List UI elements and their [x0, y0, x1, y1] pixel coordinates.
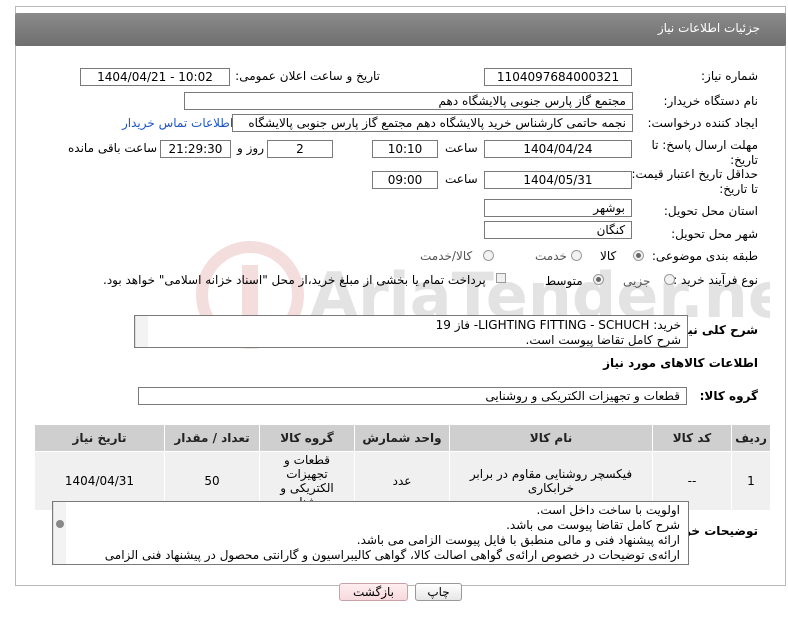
deadline-date-field: 1404/04/24: [484, 140, 632, 158]
province-field: بوشهر: [484, 199, 632, 217]
col-code: کد کالا: [652, 424, 732, 452]
buyer-notes-box[interactable]: اولویت با ساخت داخل است. شرح کامل تقاضا …: [52, 501, 689, 565]
process-option-medium: متوسط: [545, 274, 583, 288]
category-radio-goods[interactable]: [633, 250, 644, 261]
days-label: روز و: [237, 141, 264, 155]
days-field: 2: [267, 140, 333, 158]
category-option-goods-service: کالا/خدمت: [420, 249, 473, 263]
need-number-label: شماره نیاز:: [701, 69, 758, 83]
treasury-checkbox[interactable]: [496, 273, 506, 283]
city-label: شهر محل تحویل:: [671, 227, 758, 241]
col-row: ردیف: [731, 424, 771, 452]
col-group: گروه کالا: [259, 424, 355, 452]
category-radio-goods-service[interactable]: [483, 250, 494, 261]
remaining-time-field: 21:29:30: [160, 140, 231, 158]
col-name: نام کالا: [449, 424, 653, 452]
buyer-org-label: نام دستگاه خریدار:: [663, 94, 759, 108]
category-radio-service[interactable]: [571, 250, 582, 261]
process-radio-minor[interactable]: [664, 274, 675, 285]
cell-row: 1: [731, 451, 771, 511]
remaining-label: ساعت باقی مانده: [68, 141, 158, 155]
buyer-notes-scrollbar[interactable]: [53, 502, 66, 564]
page-title: جزئیات اطلاعات نیاز: [657, 21, 760, 35]
col-unit: واحد شمارش: [354, 424, 450, 452]
creator-label: ایجاد کننده درخواست:: [647, 116, 758, 130]
description-box[interactable]: خرید: LIGHTING FITTING - SCHUCH- فاز 19 …: [134, 315, 688, 348]
city-field: کنگان: [484, 221, 632, 239]
buyer-contact-link[interactable]: اطلاعات تماس خریدار: [122, 116, 233, 130]
items-section-title: اطلاعات کالاهای مورد نیاز: [603, 356, 758, 370]
buyer-note-line-4: ارائه‌ی توضیحات در خصوص ارائه‌ی گواهی اص…: [104, 548, 680, 562]
process-radio-medium[interactable]: [593, 274, 604, 285]
deadline-label: مهلت ارسال پاسخ: تا تاریخ:: [651, 138, 758, 167]
items-table: ردیف کد کالا نام کالا واحد شمارش گروه کا…: [34, 424, 771, 511]
back-button[interactable]: بازگشت: [339, 583, 408, 601]
category-option-goods: کالا: [600, 249, 617, 263]
group-field: قطعات و تجهیزات الکتریکی و روشنایی: [138, 387, 687, 405]
process-option-minor: جزیی: [623, 274, 651, 288]
price-validity-time-field: 09:00: [372, 171, 438, 189]
buyer-note-line-3: ارائه پیشنهاد فنی و مالی منطبق با فایل پ…: [356, 533, 680, 547]
payment-note: پرداخت تمام یا بخشی از مبلغ خرید،از محل …: [103, 273, 486, 287]
description-scrollbar[interactable]: [135, 316, 148, 347]
category-label: طبقه بندی موضوعی:: [651, 249, 758, 263]
price-validity-date-field: 1404/05/31: [484, 171, 632, 189]
announce-label: تاریخ و ساعت اعلان عمومی:: [235, 69, 380, 83]
province-label: استان محل تحویل:: [663, 204, 758, 218]
buyer-org-field: مجتمع گاز پارس جنوبی پالایشگاه دهم: [184, 92, 633, 110]
buyer-note-line-2: شرح کامل تقاضا پیوست می باشد.: [506, 518, 680, 532]
announce-field: 1404/04/21 - 10:02: [80, 68, 230, 86]
creator-field: نجمه حاتمی کارشناس خرید پالایشگاه دهم مج…: [232, 114, 633, 132]
deadline-time-label: ساعت: [445, 141, 478, 155]
scroll-thumb-icon[interactable]: [56, 520, 64, 528]
category-option-service: خدمت: [535, 249, 567, 263]
col-date: تاریخ نیاز: [34, 424, 165, 452]
description-line-1: خرید: LIGHTING FITTING - SCHUCH- فاز 19: [435, 318, 681, 332]
description-line-2: شرح کامل تقاضا پیوست است.: [525, 333, 681, 347]
col-qty: تعداد / مقدار: [164, 424, 260, 452]
price-validity-label: حداقل تاریخ اعتبار قیمت: تا تاریخ:: [631, 167, 758, 196]
print-button[interactable]: چاپ: [415, 583, 462, 601]
table-header-row: ردیف کد کالا نام کالا واحد شمارش گروه کا…: [34, 424, 771, 452]
need-number-field: 1104097684000321: [484, 68, 632, 86]
group-label: گروه کالا:: [699, 389, 758, 403]
deadline-time-field: 10:10: [372, 140, 438, 158]
buyer-note-line-1: اولویت با ساخت داخل است.: [536, 503, 680, 517]
price-validity-time-label: ساعت: [445, 172, 478, 186]
process-label: نوع فرآیند خرید :: [673, 273, 758, 287]
